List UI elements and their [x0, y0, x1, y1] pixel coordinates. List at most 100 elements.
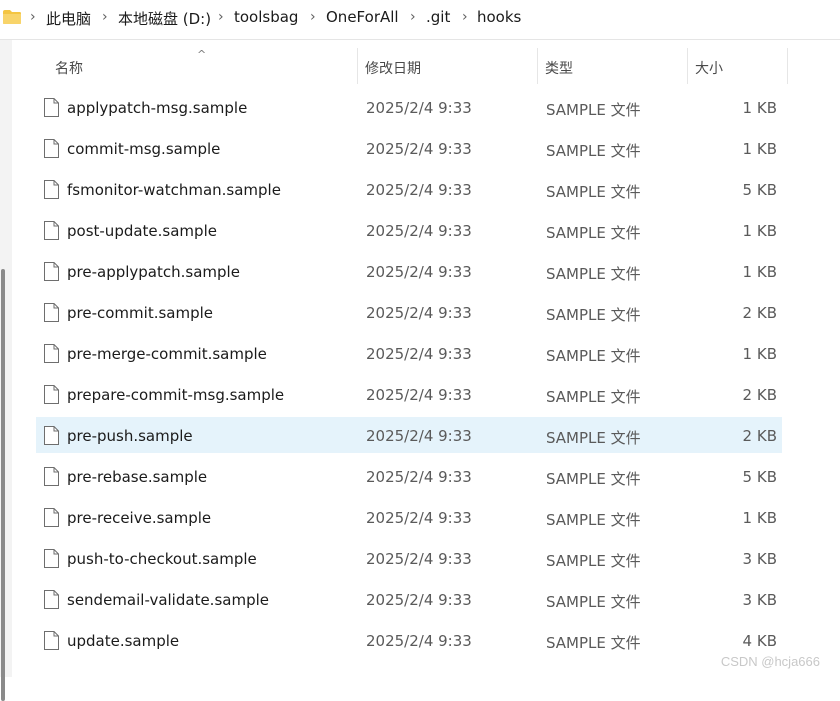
chevron-right-icon: › [218, 9, 224, 25]
file-icon [44, 262, 59, 281]
file-size: 4 KB [743, 632, 777, 650]
file-type: SAMPLE 文件 [546, 509, 641, 530]
breadcrumb: › 此电脑 › 本地磁盘 (D:) › toolsbag › OneForAll… [0, 0, 840, 36]
file-row[interactable]: pre-push.sample2025/2/4 9:33SAMPLE 文件2 K… [36, 417, 782, 453]
file-size: 2 KB [743, 386, 777, 404]
file-type: SAMPLE 文件 [546, 591, 641, 612]
file-modified-date: 2025/2/4 9:33 [366, 222, 472, 240]
file-icon [44, 467, 59, 486]
file-row[interactable]: fsmonitor-watchman.sample 2025/2/4 9:33 SA… [36, 171, 782, 207]
file-type: SAMPLE 文件 [546, 222, 641, 243]
column-divider[interactable] [357, 48, 358, 84]
file-row[interactable]: pre-rebase.sample2025/2/4 9:33SAMPLE 文件5… [36, 458, 782, 494]
column-header-name[interactable]: 名称 [55, 58, 83, 78]
file-name: pre-applypatch.sample [67, 263, 240, 281]
chevron-right-icon: › [30, 9, 36, 25]
column-divider[interactable] [537, 48, 538, 84]
file-row[interactable]: commit-msg.sample2025/2/4 9:33SAMPLE 文件1… [36, 130, 782, 166]
file-type: SAMPLE 文件 [546, 263, 641, 284]
file-size: 1 KB [743, 345, 777, 363]
watermark: CSDN @hcja666 [721, 654, 820, 669]
file-name: prepare-commit-msg.sample [67, 386, 284, 404]
file-type: SAMPLE 文件 [546, 181, 641, 202]
breadcrumb-item-toolsbag[interactable]: toolsbag [234, 8, 298, 26]
file-size: 5 KB [743, 181, 777, 199]
breadcrumb-item-git[interactable]: .git [426, 8, 450, 26]
file-icon [44, 98, 59, 117]
sort-up-icon: ^ [197, 48, 206, 61]
navigation-pane-edge [0, 40, 12, 677]
chevron-right-icon: › [102, 9, 108, 25]
file-modified-date: 2025/2/4 9:33 [366, 304, 472, 322]
file-row[interactable]: pre-commit.sample 2025/2/4 9:33 SAMPLE 文件 2… [36, 294, 782, 330]
column-divider[interactable] [787, 48, 788, 84]
file-icon [44, 549, 59, 568]
file-row[interactable]: applypatch-msg.sample2025/2/4 9:33SAMPLE… [36, 89, 782, 125]
file-row[interactable]: pre-receive.sample 2025/2/4 9:33 SAMPLE 文件… [36, 499, 782, 535]
file-row[interactable]: update.sample 2025/2/4 9:33 SAMPLE 文件 4 KB [36, 622, 782, 658]
breadcrumb-item-drive-d[interactable]: 本地磁盘 (D:) [118, 8, 211, 29]
file-size: 1 KB [743, 509, 777, 527]
file-type: SAMPLE 文件 [546, 386, 641, 407]
file-name: applypatch-msg.sample [67, 99, 247, 117]
chevron-right-icon: › [310, 9, 316, 25]
file-size: 3 KB [743, 550, 777, 568]
file-icon [44, 385, 59, 404]
column-header-row: ^ 名称 修改日期 类型 大小 [36, 48, 788, 86]
file-type: SAMPLE 文件 [546, 550, 641, 571]
file-row[interactable]: post-update.sample 2025/2/4 9:33 SAMPLE 文件… [36, 212, 782, 248]
file-icon [44, 139, 59, 158]
file-icon [44, 590, 59, 609]
file-row[interactable]: pre-applypatch.sample2025/2/4 9:33SAMPLE… [36, 253, 782, 289]
file-name: sendemail-validate.sample [67, 591, 269, 609]
file-modified-date: 2025/2/4 9:33 [366, 632, 472, 650]
column-header-date[interactable]: 修改日期 [365, 58, 421, 78]
file-size: 2 KB [743, 304, 777, 322]
file-row[interactable]: sendemail-validate.sample2025/2/4 9:33SA… [36, 581, 782, 617]
file-type: SAMPLE 文件 [546, 99, 641, 120]
file-type: SAMPLE 文件 [546, 632, 641, 653]
column-header-size[interactable]: 大小 [695, 58, 723, 78]
file-modified-date: 2025/2/4 9:33 [366, 468, 472, 486]
column-header-type[interactable]: 类型 [545, 58, 573, 78]
file-size: 3 KB [743, 591, 777, 609]
file-size: 5 KB [743, 468, 777, 486]
chevron-right-icon: › [410, 9, 416, 25]
file-name: commit-msg.sample [67, 140, 220, 158]
file-name: post-update.sample [67, 222, 217, 240]
file-icon [44, 303, 59, 322]
breadcrumb-item-oneforall[interactable]: OneForAll [326, 8, 399, 26]
file-name: push-to-checkout.sample [67, 550, 257, 568]
chevron-right-icon: › [462, 9, 468, 25]
breadcrumb-item-this-pc[interactable]: 此电脑 [46, 8, 91, 29]
file-modified-date: 2025/2/4 9:33 [366, 140, 472, 158]
file-name: fsmonitor-watchman.sample [67, 181, 281, 199]
file-modified-date: 2025/2/4 9:33 [366, 427, 472, 445]
file-type: SAMPLE 文件 [546, 345, 641, 366]
file-name: pre-merge-commit.sample [67, 345, 267, 363]
file-modified-date: 2025/2/4 9:33 [366, 550, 472, 568]
file-name: pre-receive.sample [67, 509, 211, 527]
file-row[interactable]: prepare-commit-msg.sample 2025/2/4 9:33 SA… [36, 376, 782, 412]
file-icon [44, 508, 59, 527]
navigation-scrollbar[interactable] [1, 269, 5, 701]
column-divider[interactable] [687, 48, 688, 84]
file-modified-date: 2025/2/4 9:33 [366, 345, 472, 363]
file-modified-date: 2025/2/4 9:33 [366, 509, 472, 527]
file-size: 1 KB [743, 263, 777, 281]
address-bar[interactable]: › 此电脑 › 本地磁盘 (D:) › toolsbag › OneForAll… [0, 0, 840, 40]
file-modified-date: 2025/2/4 9:33 [366, 181, 472, 199]
file-type: SAMPLE 文件 [546, 304, 641, 325]
file-modified-date: 2025/2/4 9:33 [366, 386, 472, 404]
breadcrumb-item-hooks[interactable]: hooks [477, 8, 521, 26]
file-name: pre-commit.sample [67, 304, 213, 322]
file-name: pre-push.sample [67, 427, 193, 445]
file-icon [44, 631, 59, 650]
file-name: update.sample [67, 632, 179, 650]
file-size: 2 KB [743, 427, 777, 445]
file-size: 1 KB [743, 99, 777, 117]
file-type: SAMPLE 文件 [546, 468, 641, 489]
file-row[interactable]: pre-merge-commit.sample 2025/2/4 9:33 SAMP… [36, 335, 782, 371]
file-icon [44, 221, 59, 240]
file-row[interactable]: push-to-checkout.sample 2025/2/4 9:33 SAMP… [36, 540, 782, 576]
